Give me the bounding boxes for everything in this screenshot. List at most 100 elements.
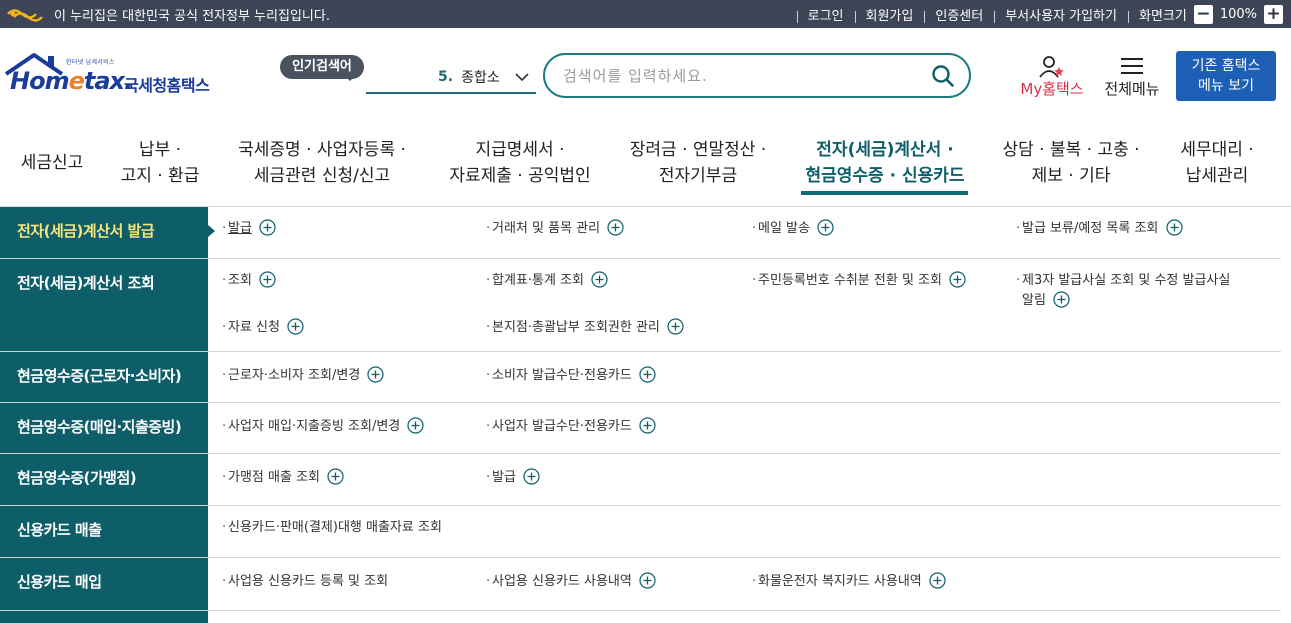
plus-circle-icon[interactable] xyxy=(1053,291,1070,308)
submenu-item-label[interactable]: 발급 xyxy=(492,470,516,485)
submenu-item-label[interactable]: 자료 신청 xyxy=(228,320,280,335)
submenu-item-label[interactable]: 본지점·총괄납부 조회권한 관리 xyxy=(492,320,660,335)
submenu-item-label[interactable]: 근로자·소비자 조회/변경 xyxy=(228,368,360,383)
legacy-menu-button[interactable]: 기존 홈택스 메뉴 보기 xyxy=(1176,51,1276,101)
search-input[interactable] xyxy=(563,63,923,89)
plus-circle-icon[interactable] xyxy=(639,366,656,383)
submenu-category[interactable]: 현금영수증(가맹점) xyxy=(0,454,208,505)
submenu-category[interactable]: 신용카드 매입 xyxy=(0,558,208,610)
nav-e-invoice[interactable]: 전자(세금)계산서 · 현금영수증 · 신용카드 xyxy=(790,130,980,196)
my-hometax-button[interactable]: My홈택스 xyxy=(1013,55,1091,101)
signup-link[interactable]: 회원가입 xyxy=(854,5,925,24)
popular-search-rolling[interactable]: 5. 종합소 xyxy=(366,62,536,94)
submenu-item-label[interactable]: 제3자 발급사실 조회 및 수정 발급사실 xyxy=(1022,273,1230,288)
category-column-continuation xyxy=(0,611,208,623)
submenu-item-label[interactable]: 합계표·통계 조회 xyxy=(492,273,584,288)
submenu-item-label[interactable]: 발급 xyxy=(228,221,252,236)
nav-payment[interactable]: 납부 · 고지 · 환급 xyxy=(108,130,212,196)
submenu-category[interactable]: 현금영수증(근로자·소비자) xyxy=(0,352,208,402)
user-star-icon xyxy=(1039,56,1064,78)
top-bar: 이 누리집은 대한민국 공식 전자정부 누리집입니다. 로그인 회원가입 인증센… xyxy=(0,0,1291,28)
zoom-out-button[interactable]: − xyxy=(1193,4,1213,24)
logo-word-part: Hom xyxy=(10,67,70,95)
plus-circle-icon[interactable] xyxy=(523,468,540,485)
submenu-item[interactable]: · 메일 발송 xyxy=(752,219,834,239)
submenu-item[interactable]: · 발급 xyxy=(486,468,540,488)
submenu-item[interactable]: · 발급 xyxy=(222,219,276,239)
submenu-item[interactable]: · 본지점·총괄납부 조회권한 관리 xyxy=(486,318,684,338)
submenu-item-label[interactable]: 메일 발송 xyxy=(758,221,810,236)
submenu-item[interactable]: · 합계표·통계 조회 xyxy=(486,271,608,291)
plus-circle-icon[interactable] xyxy=(259,219,276,236)
chevron-down-icon[interactable] xyxy=(514,69,530,85)
plus-circle-icon[interactable] xyxy=(639,572,656,589)
plus-circle-icon[interactable] xyxy=(607,219,624,236)
hometax-logo[interactable]: 한터넷 납세서비스 Hometax. 국세청홈택스 xyxy=(4,50,219,106)
submenu-category[interactable]: 현금영수증(매입·지출증빙) xyxy=(0,403,208,453)
plus-circle-icon[interactable] xyxy=(407,417,425,434)
submenu-item-label[interactable]: 발급 보류/예정 목록 조회 xyxy=(1022,221,1158,236)
submenu-item[interactable]: · 조회 xyxy=(222,271,276,291)
plus-circle-icon[interactable] xyxy=(929,572,946,589)
nav-agent[interactable]: 세무대리 · 납세관리 xyxy=(1162,130,1272,196)
nav-certificates[interactable]: 국세증명 · 사업자등록 · 세금관련 신청/신고 xyxy=(222,130,422,196)
submenu-item-label[interactable]: 알림 xyxy=(1016,293,1046,308)
submenu-item-label[interactable]: 소비자 발급수단·전용카드 xyxy=(492,368,632,383)
plus-circle-icon[interactable] xyxy=(667,318,684,335)
zoom-in-button[interactable]: + xyxy=(1264,4,1283,24)
all-menu-button[interactable]: 전체메뉴 xyxy=(1097,55,1167,101)
submenu-item[interactable]: · 소비자 발급수단·전용카드 xyxy=(486,366,656,386)
plus-circle-icon[interactable] xyxy=(259,271,276,288)
submenu-item[interactable]: · 제3자 발급사실 조회 및 수정 발급사실 알림 xyxy=(1016,271,1266,311)
zoom-value: 100% xyxy=(1219,6,1257,22)
submenu-category[interactable]: 전자(세금)계산서 조회 xyxy=(0,259,208,351)
submenu-item-label[interactable]: 거래처 및 품목 관리 xyxy=(492,221,600,236)
nav-label: 국세증명 · 사업자등록 · xyxy=(238,140,406,160)
zoom-control: 화면크기 − 100% + xyxy=(1127,4,1291,24)
nav-consult[interactable]: 상담 · 불복 · 고충 · 제보 · 기타 xyxy=(994,130,1148,196)
plus-circle-icon[interactable] xyxy=(817,219,834,236)
plus-circle-icon[interactable] xyxy=(327,468,344,485)
submenu-item-label[interactable]: 사업자 매입·지출증빙 조회/변경 xyxy=(228,419,400,434)
submenu-item-label[interactable]: 사업용 신용카드 등록 및 조회 xyxy=(228,574,388,589)
submenu-row: 현금영수증(매입·지출증빙) · 사업자 매입·지출증빙 조회/변경 · 사업자 발… xyxy=(0,403,1281,454)
submenu-item-label[interactable]: 조회 xyxy=(228,273,252,288)
submenu-item[interactable]: · 신용카드·판매(결제)대행 매출자료 조회 xyxy=(222,518,442,538)
plus-circle-icon[interactable] xyxy=(367,366,384,383)
submenu-item[interactable]: · 화물운전자 복지카드 사용내역 xyxy=(752,572,946,592)
submenu-item[interactable]: · 근로자·소비자 조회/변경 xyxy=(222,366,384,386)
submenu-item-label[interactable]: 사업용 신용카드 사용내역 xyxy=(492,574,632,589)
plus-circle-icon[interactable] xyxy=(591,271,608,288)
submenu-item[interactable]: · 거래처 및 품목 관리 xyxy=(486,219,624,239)
plus-circle-icon[interactable] xyxy=(1165,219,1183,236)
plus-circle-icon[interactable] xyxy=(949,271,966,288)
submenu-item[interactable]: · 사업용 신용카드 등록 및 조회 xyxy=(222,572,388,592)
nav-label: 전자기부금 xyxy=(658,166,738,186)
login-link[interactable]: 로그인 xyxy=(796,5,855,24)
submenu-item-label[interactable]: 신용카드·판매(결제)대행 매출자료 조회 xyxy=(228,520,442,535)
submenu-item-label[interactable]: 사업자 발급수단·전용카드 xyxy=(492,419,632,434)
nav-incentives[interactable]: 장려금 · 연말정산 · 전자기부금 xyxy=(616,130,780,196)
plus-circle-icon[interactable] xyxy=(287,318,304,335)
submenu-item[interactable]: · 주민등록번호 수취분 전환 및 조회 xyxy=(752,271,966,291)
submenu-item-label[interactable]: 가맹점 매출 조회 xyxy=(228,470,320,485)
gov-emblem-icon xyxy=(6,6,46,22)
submenu-category[interactable]: 전자(세금)계산서 발급 xyxy=(0,207,215,258)
submenu-item[interactable]: · 가맹점 매출 조회 xyxy=(222,468,344,488)
rank-term[interactable]: 종합소 xyxy=(461,67,500,87)
cert-center-link[interactable]: 인증센터 xyxy=(924,5,994,24)
nav-tax-report[interactable]: 세금신고 xyxy=(8,130,96,196)
submenu-item[interactable]: · 자료 신청 xyxy=(222,318,304,338)
search-icon[interactable] xyxy=(931,64,955,88)
dept-user-signup-link[interactable]: 부서사용자 가입하기 xyxy=(994,5,1128,24)
submenu-item-label[interactable]: 화물운전자 복지카드 사용내역 xyxy=(758,574,922,589)
submenu-item[interactable]: · 사업자 발급수단·전용카드 xyxy=(486,417,656,437)
nav-statements[interactable]: 지급명세서 · 자료제출 · 공익법인 xyxy=(432,130,608,196)
plus-circle-icon[interactable] xyxy=(639,417,656,434)
submenu-item[interactable]: · 사업자 매입·지출증빙 조회/변경 xyxy=(222,417,425,437)
logo-word-e: e xyxy=(68,67,85,95)
submenu-item[interactable]: · 사업용 신용카드 사용내역 xyxy=(486,572,656,592)
submenu-category[interactable]: 신용카드 매출 xyxy=(0,506,208,557)
submenu-item[interactable]: · 발급 보류/예정 목록 조회 xyxy=(1016,219,1183,239)
submenu-item-label[interactable]: 주민등록번호 수취분 전환 및 조회 xyxy=(758,273,942,288)
